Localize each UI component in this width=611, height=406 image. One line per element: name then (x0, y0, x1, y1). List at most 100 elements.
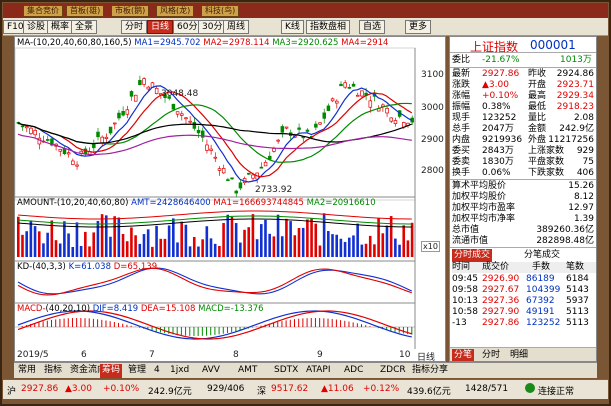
indicator-tab[interactable]: AVV (200, 364, 222, 378)
indicator-tab[interactable]: ADC (342, 364, 365, 378)
quote-value: 2.08 (573, 113, 594, 123)
quote-row: 涨幅 +0.10% 最高 2929.34 (452, 91, 596, 102)
volume-bar (243, 229, 246, 257)
candle-body (45, 139, 50, 141)
candle-body (230, 177, 234, 180)
daily-button[interactable]: 日线 (147, 20, 174, 34)
volume-bar (230, 216, 234, 257)
quote-value: 123252 (482, 113, 517, 123)
tab-time-trades[interactable]: 分时成交 (452, 249, 493, 263)
indicator-tab[interactable]: 筹码 (100, 364, 123, 378)
volume-bar (155, 225, 158, 257)
quote-label: 平盘家数 (528, 157, 565, 167)
topbar-button-4[interactable]: 风格(龙) (156, 5, 195, 17)
volume-bar (151, 246, 154, 257)
volume-bar (285, 218, 288, 257)
watchlist-button[interactable]: 自选 (359, 20, 386, 34)
status-bar: 沪 2927.86 ▲3.00 +0.10% 242.9亿元 929/406 深… (3, 379, 608, 399)
quote-label: 涨幅 (452, 91, 471, 101)
date-tick-3: 7 (149, 350, 155, 360)
quote-label: 涨跌 (452, 80, 471, 90)
connection-icon (525, 383, 535, 393)
stat-label: 加权平均股价 (452, 192, 507, 202)
volume-bar (146, 229, 150, 257)
indicator-tab[interactable]: SDTX (272, 364, 300, 378)
probability-button[interactable]: 概率 (47, 20, 74, 34)
indicator-tab[interactable]: 指标分享 (410, 364, 450, 378)
quote-label: 换手 (452, 168, 471, 178)
topbar-button-2[interactable]: 首板(雄) (66, 5, 105, 17)
indicator-tab[interactable]: 4 (152, 364, 162, 378)
volume-bar (276, 214, 280, 257)
topbar-button-1[interactable]: 集合竞价 (23, 5, 63, 17)
tab-tick-trades[interactable]: 分笔成交 (522, 249, 562, 263)
price-tick-4: 2800 (421, 166, 444, 176)
quote-label: 现手 (452, 113, 471, 123)
indicator-tab[interactable]: 1jxd (168, 364, 191, 378)
tick-cell: 5113 (566, 307, 589, 317)
tick-cell: 2927.36 (482, 296, 520, 306)
volume-bar (201, 239, 204, 257)
candle-body (25, 126, 29, 129)
tick-cell: 5113 (566, 318, 589, 328)
indicator-tab[interactable]: 管理 (126, 364, 148, 378)
quote-value: 2923.71 (556, 80, 594, 90)
intraday-button[interactable]: 分时 (121, 20, 148, 34)
tick-cell: 104399 (526, 285, 561, 295)
stat-value: 15.26 (568, 181, 594, 191)
volume-bar (264, 219, 267, 257)
candle-body (226, 179, 230, 181)
stat-label: 加权平均市净率 (452, 214, 516, 224)
kline-chart[interactable]: MA-(10,20,40,60,80,160,5) MA1=2945.702 M… (14, 36, 446, 363)
index-overlay-button[interactable]: 指数盘相 (306, 20, 351, 34)
volume-bar (125, 241, 129, 257)
candle-body (142, 78, 146, 85)
indicator-tab[interactable]: 指标 (42, 364, 64, 378)
quote-value: 2918.23 (556, 102, 594, 112)
tab-intraday[interactable]: 分时 (480, 349, 502, 361)
volume-bar (381, 233, 385, 257)
volume-bar (75, 222, 79, 257)
candle-body (75, 164, 79, 167)
volume-bar (398, 244, 401, 257)
tick-cell: 123252 (526, 318, 561, 328)
candle-body (175, 111, 180, 115)
volume-scale: x10 (421, 241, 440, 252)
volume-bar (213, 243, 217, 257)
volume-bar (84, 231, 87, 257)
stat-label: 总市值 (452, 225, 480, 235)
diagnose-button[interactable]: 诊股 (23, 20, 50, 34)
quote-value: 0.38% (482, 102, 511, 112)
quote-label: 最高 (528, 91, 547, 101)
tick-row: 10:13 2927.36 67392 5937 (452, 296, 596, 307)
more-button[interactable]: 更多 (405, 20, 432, 34)
topbar-button-3[interactable]: 市板(鹅) (111, 5, 150, 17)
connection-status: 连接正常 (538, 387, 575, 397)
tick-cell: 09:58 (452, 285, 478, 295)
weekly-button[interactable]: 周线 (223, 20, 250, 34)
tick-cell: 86189 (526, 274, 555, 284)
candle-body (389, 117, 394, 122)
volume-bar (163, 238, 167, 257)
kline-button[interactable]: K线 (281, 20, 304, 34)
candle-body (138, 80, 142, 86)
quote-row: 涨跌 ▲3.00 开盘 2923.71 (452, 80, 596, 91)
quote-value: 929 (576, 146, 594, 156)
volume-bar (226, 214, 230, 257)
indicator-tab[interactable]: ATAPI (304, 364, 333, 378)
volume-bar (239, 242, 242, 257)
tab-detail[interactable]: 明细 (508, 349, 530, 361)
overview-button[interactable]: 全景 (71, 20, 98, 34)
candle-body (259, 166, 264, 169)
indicator-tab[interactable]: AMT (236, 364, 259, 378)
volume-bar (314, 223, 318, 257)
volume-bar (180, 221, 183, 257)
volume-bar (373, 244, 376, 257)
volume-bar (33, 226, 37, 257)
tab-tick[interactable]: 分笔 (452, 349, 475, 361)
volume-bar (251, 214, 255, 257)
indicator-tab[interactable]: 常用 (16, 364, 38, 378)
candle-body (92, 143, 96, 149)
indicator-tab[interactable]: ZDCR (378, 364, 408, 378)
topbar-button-5[interactable]: 科技(鸟) (201, 5, 240, 17)
